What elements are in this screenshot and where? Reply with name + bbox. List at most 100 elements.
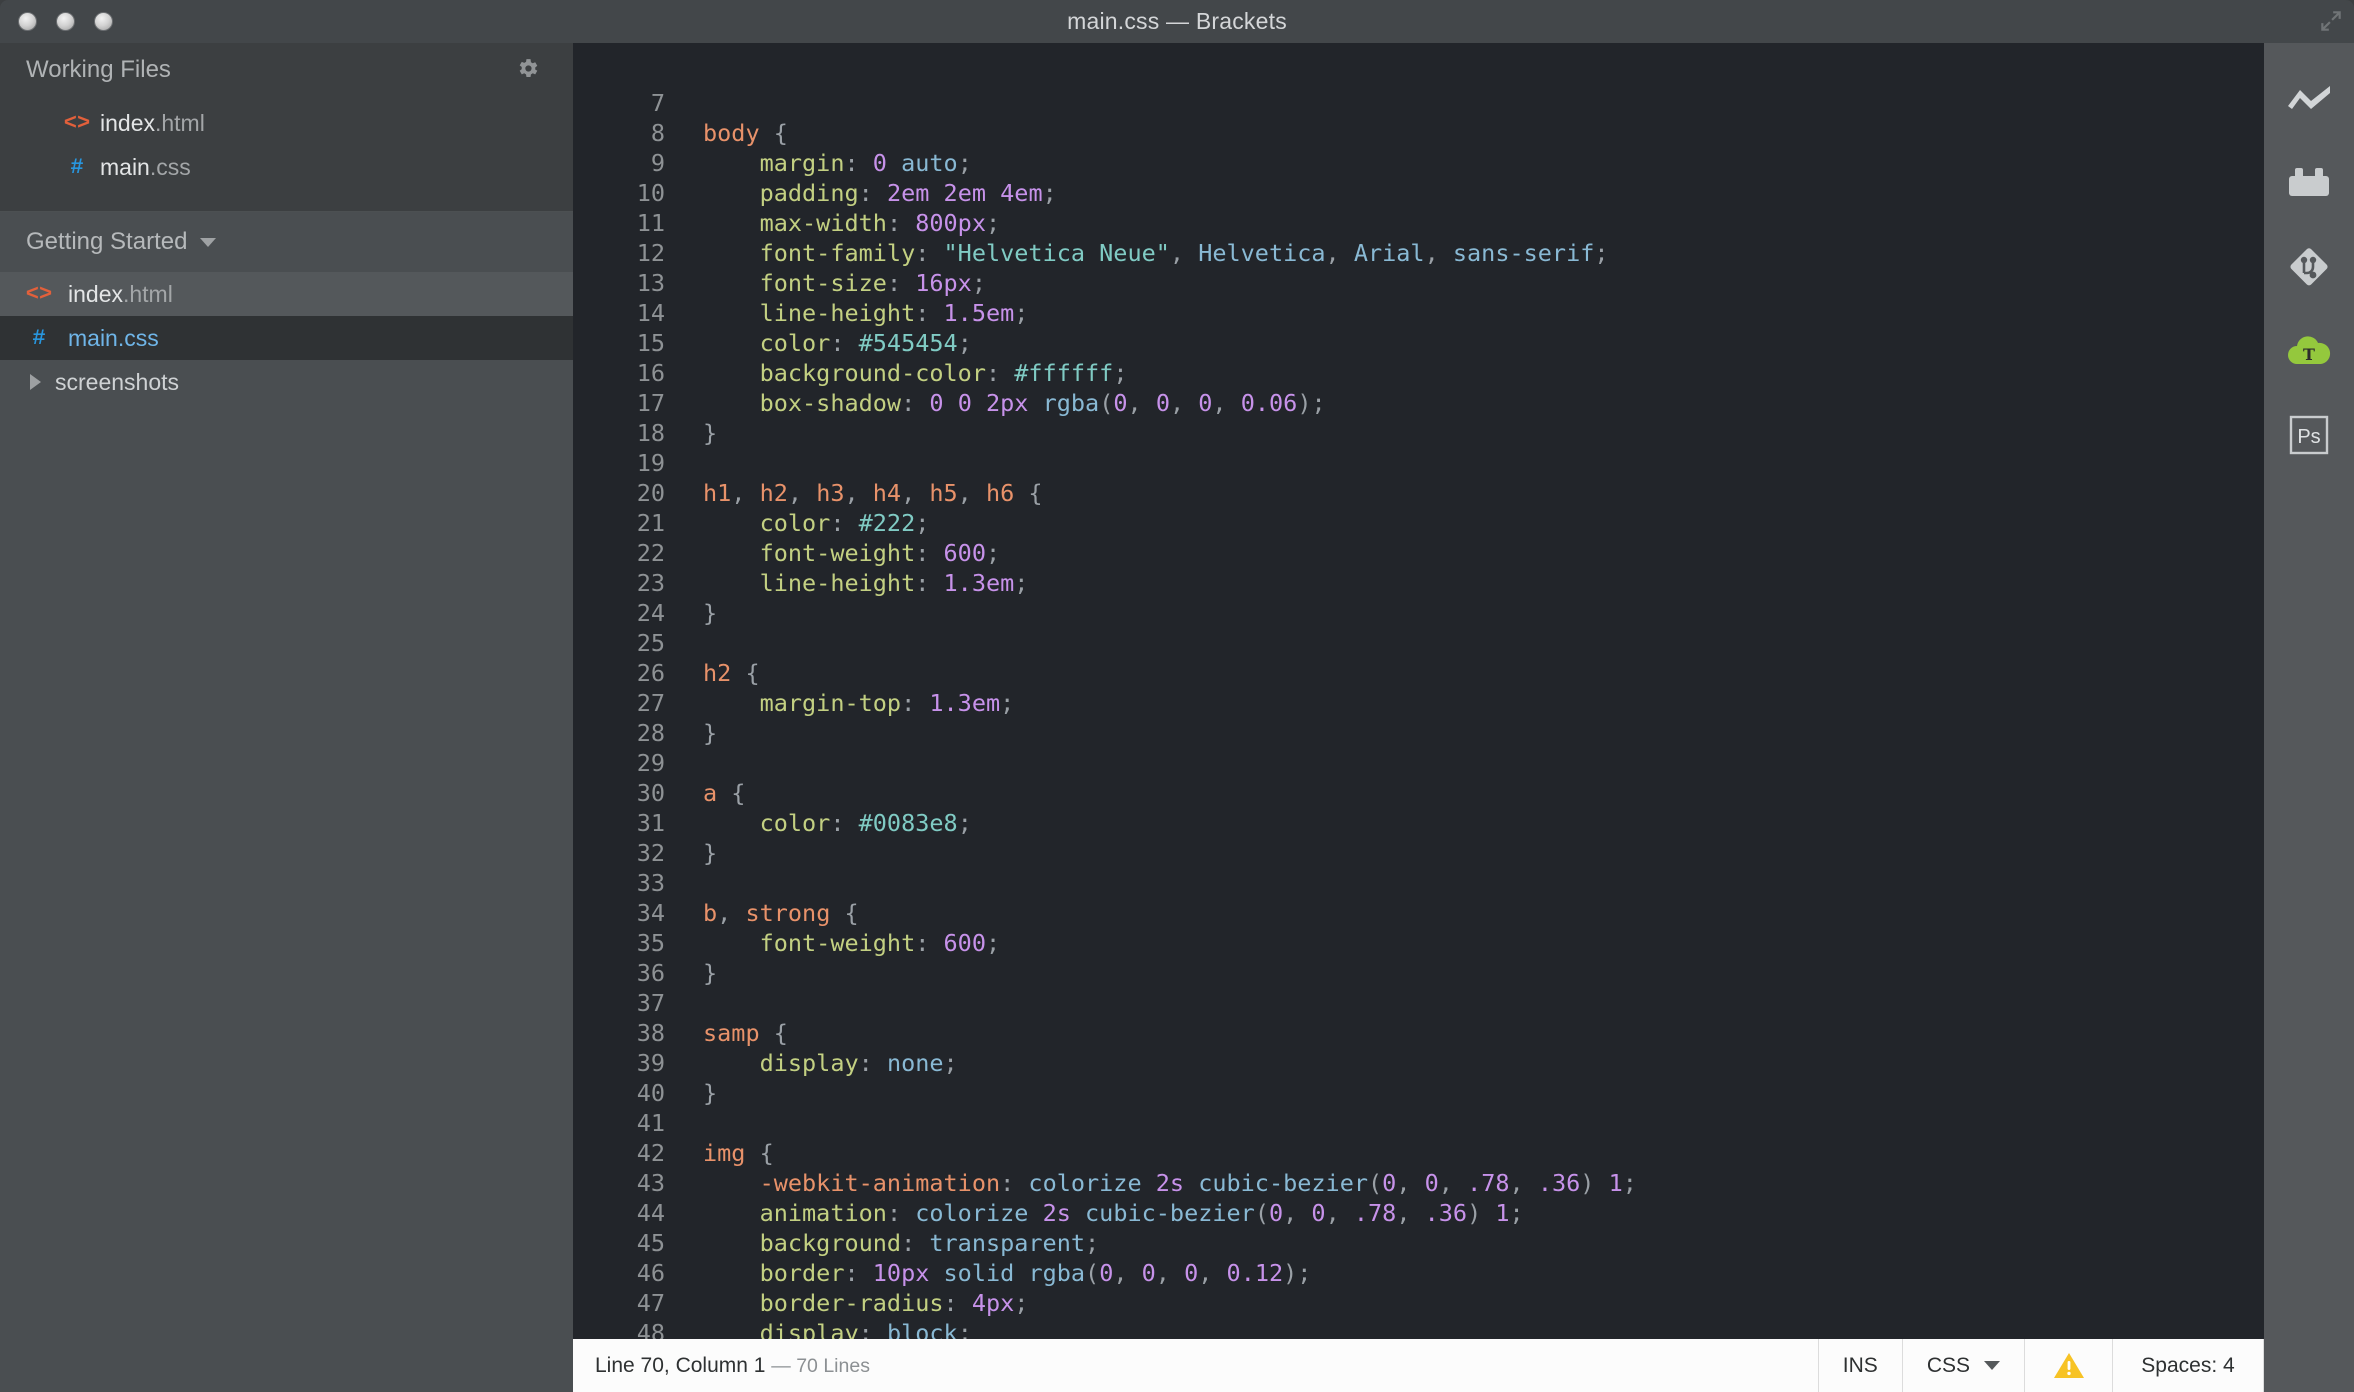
tree-item-index-html[interactable]: <> index.html	[0, 272, 573, 316]
code-line[interactable]: 45 background: transparent;	[573, 1228, 2264, 1258]
code-line[interactable]: 30 a {	[573, 778, 2264, 808]
language-selector[interactable]: CSS	[1901, 1339, 2024, 1392]
code-line[interactable]: 20 h1, h2, h3, h4, h5, h6 {	[573, 478, 2264, 508]
code-line[interactable]: 33	[573, 868, 2264, 898]
code-line[interactable]: 46 border: 10px solid rgba(0, 0, 0, 0.12…	[573, 1258, 2264, 1288]
code-line[interactable]: 19	[573, 448, 2264, 478]
line-number: 13	[636, 269, 665, 297]
code-surface[interactable]: 7 8 body {9 margin: 0 auto; 10 padding: 2em…	[573, 43, 2264, 1339]
working-file-index-html[interactable]: <> index.html	[0, 101, 573, 145]
tree-item-label: screenshots	[55, 368, 180, 395]
code-line[interactable]: 8 body {	[573, 118, 2264, 148]
code-token: .78	[1467, 1169, 1510, 1197]
code-line[interactable]: 16 background-color: #ffffff;	[573, 358, 2264, 388]
code-token: ,	[844, 479, 873, 507]
code-line[interactable]: 44 animation: colorize 2s cubic-bezier(0…	[573, 1198, 2264, 1228]
code-line[interactable]: 24}	[573, 598, 2264, 628]
code-token: :	[844, 1259, 873, 1287]
code-line[interactable]: 47 border-radius: 4px;	[573, 1288, 2264, 1318]
code-token: samp	[703, 1019, 760, 1047]
indent-setting-button[interactable]: Spaces: 4	[2112, 1339, 2264, 1392]
chevron-down-icon	[200, 237, 217, 247]
code-token: }	[703, 1079, 718, 1107]
gear-icon[interactable]	[515, 56, 540, 81]
photoshop-icon[interactable]: Ps	[2264, 393, 2354, 477]
problems-button[interactable]	[2024, 1339, 2112, 1392]
triangle-right-icon[interactable]	[30, 374, 41, 390]
line-number: 32	[636, 839, 665, 867]
code-token: ;	[1509, 1199, 1524, 1227]
code-token: background-color	[759, 359, 986, 387]
code-line[interactable]: 48 display: block;	[573, 1318, 2264, 1339]
code-token: cubic-bezier	[1085, 1199, 1255, 1227]
code-token: border	[759, 1259, 845, 1287]
expand-arrows-icon[interactable]	[2318, 8, 2344, 34]
insert-mode-label: INS	[1842, 1353, 1878, 1377]
live-preview-icon[interactable]	[2264, 57, 2354, 141]
code-line[interactable]: 13 font-size: 16px;	[573, 268, 2264, 298]
code-line[interactable]: 15 color: #545454;	[573, 328, 2264, 358]
code-token: display	[759, 1319, 859, 1339]
tree-item-screenshots[interactable]: screenshots	[0, 360, 573, 404]
code-line[interactable]: 35 font-weight: 600;	[573, 928, 2264, 958]
insert-mode-button[interactable]: INS	[1817, 1339, 1902, 1392]
code-line[interactable]: 21 color: #222;	[573, 508, 2264, 538]
git-icon[interactable]	[2264, 225, 2354, 309]
typekit-cloud-icon[interactable]: T	[2264, 309, 2354, 393]
project-name: Getting Started	[26, 228, 188, 255]
project-dropdown[interactable]: Getting Started	[0, 212, 573, 272]
code-line[interactable]: 38 samp {	[573, 1018, 2264, 1048]
code-token: colorize	[1028, 1169, 1142, 1197]
code-token: 0	[1268, 1199, 1284, 1227]
code-line[interactable]: 37	[573, 988, 2264, 1018]
code-token: color	[759, 509, 831, 537]
code-line[interactable]: 12 font-family: "Helvetica Neue", Helvet…	[573, 238, 2264, 268]
line-number: 26	[636, 659, 665, 687]
code-line[interactable]: 39 display: none;	[573, 1048, 2264, 1078]
code-line[interactable]: 42 img {	[573, 1138, 2264, 1168]
code-token: :	[985, 359, 1015, 387]
code-line[interactable]: 14 line-height: 1.5em;	[573, 298, 2264, 328]
code-line[interactable]: 29	[573, 748, 2264, 778]
code-line[interactable]: 26 h2 {	[573, 658, 2264, 688]
code-editor[interactable]: 7 8 body {9 margin: 0 auto; 10 padding: 2em…	[573, 43, 2264, 1339]
working-file-main-css[interactable]: # main.css	[0, 145, 573, 189]
code-line[interactable]: 18}	[573, 418, 2264, 448]
code-line[interactable]: 36}	[573, 958, 2264, 988]
extension-manager-icon[interactable]	[2264, 141, 2354, 225]
code-token: );	[1283, 1259, 1312, 1287]
code-token: b	[703, 899, 718, 927]
code-line[interactable]: 31 color: #0083e8;	[573, 808, 2264, 838]
code-token: border-radius	[759, 1289, 944, 1317]
code-line[interactable]: 41	[573, 1108, 2264, 1138]
code-line[interactable]: 34 b, strong {	[573, 898, 2264, 928]
code-line[interactable]: 22 font-weight: 600;	[573, 538, 2264, 568]
code-token: ,	[731, 479, 760, 507]
tree-item-main-css[interactable]: # main.css	[0, 316, 594, 360]
code-line[interactable]: 10 padding: 2em 2em 4em;	[573, 178, 2264, 208]
code-token: ,	[1283, 1199, 1312, 1227]
code-line[interactable]: 40}	[573, 1078, 2264, 1108]
code-line[interactable]: 27 margin-top: 1.3em;	[573, 688, 2264, 718]
code-line[interactable]: 17 box-shadow: 0 0 2px rgba(0, 0, 0, 0.0…	[573, 388, 2264, 418]
code-line[interactable]: 23 line-height: 1.3em;	[573, 568, 2264, 598]
code-token: :	[915, 929, 944, 957]
line-number: 31	[636, 809, 665, 837]
code-token: 2px	[986, 389, 1029, 417]
code-token: :	[915, 569, 944, 597]
code-token: 4em	[1000, 179, 1043, 207]
cursor-position-text: Line 70, Column 1	[595, 1353, 766, 1377]
code-line[interactable]: 11 max-width: 800px;	[573, 208, 2264, 238]
code-line[interactable]: 25	[573, 628, 2264, 658]
code-line[interactable]: 7	[573, 88, 2264, 118]
code-line[interactable]: 43 -webkit-animation: colorize 2s cubic-…	[573, 1168, 2264, 1198]
code-line[interactable]: 9 margin: 0 auto;	[573, 148, 2264, 178]
code-line[interactable]: 32}	[573, 838, 2264, 868]
code-line[interactable]: 28}	[573, 718, 2264, 748]
code-token: ,	[1325, 1199, 1354, 1227]
